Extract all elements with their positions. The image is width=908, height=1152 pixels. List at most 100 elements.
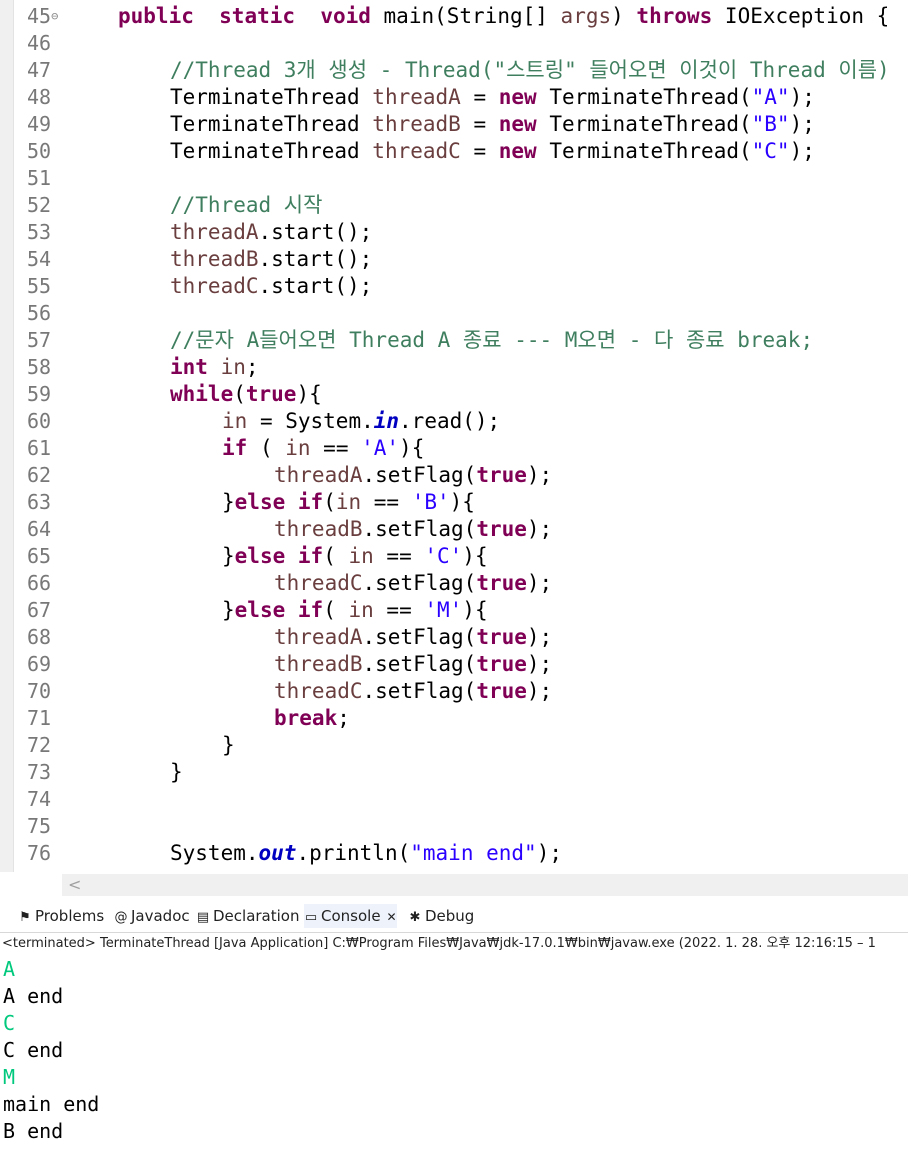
code-line[interactable]: if ( in == 'A'){: [118, 435, 908, 462]
console-output[interactable]: A A end C C end Mmain end B end: [3, 956, 99, 1145]
code-line[interactable]: break;: [118, 705, 908, 732]
code-line[interactable]: threadC.setFlag(true);: [118, 678, 908, 705]
tab-label: Debug: [425, 907, 475, 925]
code-line[interactable]: TerminateThread threadC = new TerminateT…: [118, 138, 908, 165]
code-token: .setFlag(: [362, 517, 477, 541]
collapse-fold-icon[interactable]: ⊖: [51, 9, 58, 23]
code-line[interactable]: [118, 786, 908, 813]
close-tab-icon[interactable]: ✕: [387, 910, 397, 924]
code-line[interactable]: TerminateThread threadB = new TerminateT…: [118, 111, 908, 138]
line-number-text: 47: [27, 58, 52, 82]
line-number-text: 57: [27, 328, 52, 352]
line-number: 49: [14, 111, 74, 138]
code-line[interactable]: [118, 30, 908, 57]
code-line[interactable]: System.out.println("main end");: [118, 840, 908, 867]
line-number-text: 75: [27, 814, 52, 838]
code-line[interactable]: }else if( in == 'C'){: [118, 543, 908, 570]
code-line[interactable]: threadB.setFlag(true);: [118, 516, 908, 543]
code-line[interactable]: //Thread 시작: [118, 192, 908, 219]
code-line[interactable]: threadA.setFlag(true);: [118, 462, 908, 489]
console-input-line: C: [3, 1011, 16, 1035]
code-line[interactable]: [118, 813, 908, 840]
line-number-text: 59: [27, 382, 52, 406]
tab-problems[interactable]: ⚑ Problems: [18, 904, 104, 928]
code-line[interactable]: }else if(in == 'B'){: [118, 489, 908, 516]
line-number: 73: [14, 759, 74, 786]
line-number: 65: [14, 543, 74, 570]
line-number: 59: [14, 381, 74, 408]
code-line[interactable]: in = System.in.read();: [118, 408, 908, 435]
tab-declaration[interactable]: ▤ Declaration: [196, 904, 300, 928]
code-line[interactable]: threadC.setFlag(true);: [118, 570, 908, 597]
code-token: .setFlag(: [362, 679, 477, 703]
code-token: .start();: [258, 220, 373, 244]
code-token: );: [526, 652, 553, 676]
code-editor[interactable]: 45⊖ 46 47 48 49 50 51 52 53 54 55 56 57 58 59 60 61 62 63 6…: [0, 0, 908, 872]
code-line[interactable]: threadA.setFlag(true);: [118, 624, 908, 651]
code-line[interactable]: }: [118, 759, 908, 786]
tab-debug[interactable]: ✱ Debug: [408, 904, 475, 928]
line-number-text: 70: [27, 679, 52, 703]
code-token: TerminateThread: [170, 139, 373, 163]
code-token: in: [285, 436, 311, 460]
code-token: );: [536, 841, 562, 865]
code-line[interactable]: }else if( in == 'M'){: [118, 597, 908, 624]
code-token: (: [323, 544, 349, 568]
line-number: 54: [14, 246, 74, 273]
code-token: throws: [636, 4, 713, 28]
code-token: );: [526, 571, 553, 595]
declaration-icon: ▤: [196, 910, 210, 925]
code-token: ){: [399, 436, 425, 460]
code-token: true: [476, 517, 527, 541]
code-token: 'M': [424, 598, 463, 622]
code-line[interactable]: threadA.start();: [118, 219, 908, 246]
code-token: true: [476, 625, 527, 649]
line-number-text: 49: [27, 112, 52, 136]
code-token: "C": [751, 139, 790, 163]
line-number-text: 52: [27, 193, 52, 217]
line-number-text: 60: [27, 409, 52, 433]
code-token: ;: [245, 355, 259, 379]
tab-label: Console: [321, 907, 381, 925]
line-number-text: 58: [27, 355, 52, 379]
code-token: in: [348, 598, 374, 622]
code-line[interactable]: //Thread 3개 생성 - Thread("스트링" 들어오면 이것이 T…: [118, 57, 908, 84]
code-area[interactable]: public static void main(String[] args) t…: [118, 3, 908, 867]
code-token: in: [373, 409, 400, 433]
tab-javadoc[interactable]: @ Javadoc: [114, 904, 190, 928]
code-token: );: [526, 463, 553, 487]
code-token: in: [348, 544, 374, 568]
console-output-line: A end: [3, 984, 64, 1008]
line-number: 69: [14, 651, 74, 678]
tab-console[interactable]: ▭ Console ✕: [304, 904, 397, 928]
code-token: ;: [337, 706, 350, 730]
code-token: ==: [373, 544, 425, 568]
code-token: threadA: [274, 463, 363, 487]
code-line[interactable]: TerminateThread threadA = new TerminateT…: [118, 84, 908, 111]
code-line[interactable]: threadC.start();: [118, 273, 908, 300]
code-token: TerminateThread(: [536, 85, 752, 109]
code-token: (: [247, 436, 286, 460]
code-token: ==: [361, 490, 412, 514]
line-number: 62: [14, 462, 74, 489]
code-line[interactable]: threadB.setFlag(true);: [118, 651, 908, 678]
code-line[interactable]: public static void main(String[] args) t…: [118, 3, 908, 30]
code-token: "A": [751, 85, 790, 109]
code-token: "B": [751, 112, 790, 136]
code-line[interactable]: threadB.start();: [118, 246, 908, 273]
code-line[interactable]: //문자 A들어오면 Thread A 종료 --- M오면 - 다 종료 br…: [118, 327, 908, 354]
code-line[interactable]: [118, 165, 908, 192]
code-token: .setFlag(: [362, 625, 477, 649]
horizontal-scrollbar[interactable]: <: [62, 874, 908, 896]
code-token: threadC: [170, 274, 259, 298]
code-token: }: [222, 598, 235, 622]
code-token: out: [258, 841, 297, 865]
console-output-line: main end: [3, 1092, 100, 1116]
code-line[interactable]: while(true){: [118, 381, 908, 408]
scroll-left-icon[interactable]: <: [68, 875, 81, 894]
console-output-line: B end: [3, 1119, 64, 1143]
code-line[interactable]: [118, 300, 908, 327]
code-line[interactable]: }: [118, 732, 908, 759]
code-line[interactable]: int in;: [118, 354, 908, 381]
code-token: 'A': [361, 436, 400, 460]
